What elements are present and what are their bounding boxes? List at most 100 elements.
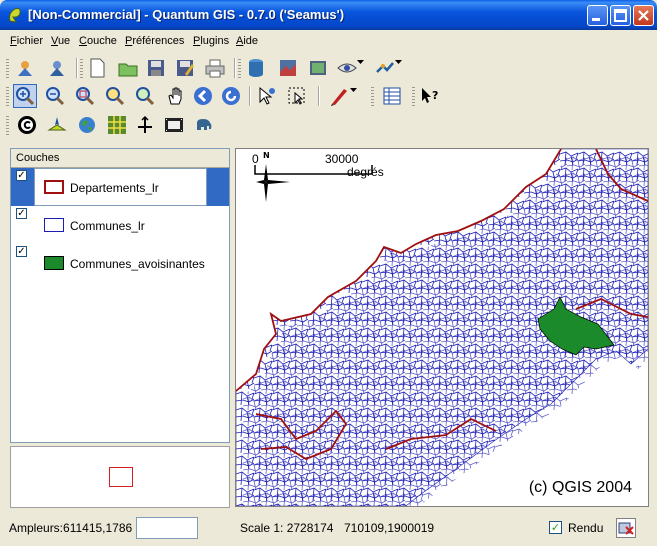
chevron-down-icon: [395, 60, 402, 64]
layer-visibility-checkbox[interactable]: ✓: [16, 246, 27, 257]
toolbar-grip[interactable]: [412, 85, 415, 107]
north-arrow-icon: [47, 117, 67, 131]
film-button[interactable]: [162, 113, 186, 137]
stop-render-button[interactable]: [616, 518, 636, 538]
capture-icon: [376, 62, 394, 73]
whats-this-button[interactable]: ?: [418, 84, 442, 108]
menu-preferences[interactable]: Préférences: [125, 35, 184, 47]
toolbar-grip[interactable]: [371, 85, 374, 107]
svg-text:?: ?: [432, 89, 438, 102]
capture-dropdown-arrow[interactable]: [395, 56, 407, 80]
menu-fichier[interactable]: Fichier: [10, 35, 43, 47]
zoom-previous-button[interactable]: [191, 84, 215, 108]
add-postgis-button[interactable]: [306, 56, 330, 80]
extents-field[interactable]: [136, 517, 198, 539]
measure-dropdown-arrow[interactable]: [350, 84, 362, 108]
minimize-button[interactable]: [587, 5, 608, 26]
zoom-selection-icon: [106, 87, 125, 106]
layer-label: Departements_lr: [70, 181, 159, 195]
overview-map[interactable]: [10, 446, 230, 508]
identify-dropdown-button[interactable]: [335, 56, 359, 80]
close-button[interactable]: [633, 5, 654, 26]
menu-couche[interactable]: Couche: [79, 35, 117, 47]
layer-symbol-communes: [44, 218, 64, 232]
zoom-full-icon: [76, 87, 95, 106]
zoom-in-button[interactable]: [13, 84, 37, 108]
status-bar: Ampleurs:611415,1786 Scale 1: 2728174 71…: [0, 514, 657, 546]
render-checkbox[interactable]: ✓: [549, 521, 562, 534]
select-icon: [288, 87, 305, 105]
north-arrow-button[interactable]: [45, 113, 69, 137]
layer-visibility-checkbox[interactable]: ✓: [16, 208, 27, 219]
attribute-table-icon: [383, 87, 401, 105]
zoom-layer-icon: [136, 87, 155, 106]
zoom-layer-button[interactable]: [133, 84, 157, 108]
identify-button[interactable]: [255, 84, 279, 108]
scalebar-icon: [138, 115, 152, 133]
close-icon: [638, 10, 649, 21]
layer-visibility-checkbox[interactable]: ✓: [16, 170, 27, 181]
toolbar-grip[interactable]: [80, 57, 83, 79]
menu-plugins[interactable]: Plugins: [193, 35, 229, 47]
toolbar-separator: [76, 58, 78, 78]
postgis-elephant-button[interactable]: [192, 113, 216, 137]
menu-aide[interactable]: Aide: [236, 35, 258, 47]
toolbar-grip[interactable]: [6, 57, 9, 79]
minimize-icon: [592, 18, 600, 21]
zoom-full-button[interactable]: [73, 84, 97, 108]
film-icon: [165, 118, 183, 132]
add-wms-icon: [50, 61, 64, 76]
toolbar-grip[interactable]: [6, 85, 9, 107]
north-label: N: [263, 151, 270, 160]
add-wms-button[interactable]: [45, 56, 69, 80]
select-features-button[interactable]: [285, 84, 309, 108]
globe-button[interactable]: [75, 113, 99, 137]
new-project-icon: [90, 58, 105, 78]
save-as-button[interactable]: [173, 56, 197, 80]
refresh-button[interactable]: [219, 84, 243, 108]
decorations-toolbar: [0, 111, 657, 139]
layer-item-communes[interactable]: ✓ Communes_lr: [11, 206, 229, 244]
new-project-button[interactable]: [85, 56, 109, 80]
toolbar-separator: [249, 86, 251, 106]
grid-button[interactable]: [105, 113, 129, 137]
toolbar-separator: [318, 86, 320, 106]
overview-extent-rect[interactable]: [109, 467, 133, 487]
print-button[interactable]: [203, 56, 227, 80]
render-label: Rendu: [568, 521, 604, 535]
eye-icon: [337, 63, 357, 73]
map-canvas[interactable]: 0 30000 degrés N (c) QGIS 2004: [235, 148, 649, 507]
add-layer-button[interactable]: [13, 56, 37, 80]
globe-icon: [79, 117, 95, 133]
add-vector-icon: [249, 59, 263, 77]
add-raster-button[interactable]: [276, 56, 300, 80]
layer-item-departements[interactable]: ✓ Departements_lr: [11, 168, 229, 206]
menu-vue[interactable]: Vue: [51, 35, 70, 47]
toolbar-grip[interactable]: [238, 57, 241, 79]
print-icon: [205, 59, 225, 78]
open-project-button[interactable]: [116, 56, 140, 80]
map-copyright-label: (c) QGIS 2004: [528, 479, 632, 496]
identify-select-icon: [259, 86, 275, 105]
measure-button[interactable]: [327, 84, 351, 108]
identify-dropdown-arrow[interactable]: [357, 56, 369, 80]
capture-button[interactable]: [373, 56, 397, 80]
coordinates-label: 710109,1900019: [344, 521, 435, 535]
add-vector-button[interactable]: [244, 56, 268, 80]
add-postgis-icon: [310, 61, 326, 75]
scalebar-unit-label: degrés: [347, 165, 384, 179]
maximize-button[interactable]: [610, 5, 631, 26]
extents-label: Ampleurs:611415,1786: [9, 521, 133, 535]
add-layer-icon: [18, 61, 32, 76]
toolbar-grip[interactable]: [6, 114, 9, 136]
pan-button[interactable]: [163, 84, 187, 108]
save-project-button[interactable]: [144, 56, 168, 80]
scalebar-button[interactable]: [133, 113, 157, 137]
stop-render-icon: [618, 522, 634, 535]
zoom-out-button[interactable]: [43, 84, 67, 108]
maximize-icon: [614, 9, 627, 22]
attribute-table-button[interactable]: [380, 84, 404, 108]
layer-item-communes-avoisinantes[interactable]: ✓ Communes_avoisinantes: [11, 244, 229, 282]
copyright-label-button[interactable]: [15, 113, 39, 137]
zoom-selection-button[interactable]: [103, 84, 127, 108]
